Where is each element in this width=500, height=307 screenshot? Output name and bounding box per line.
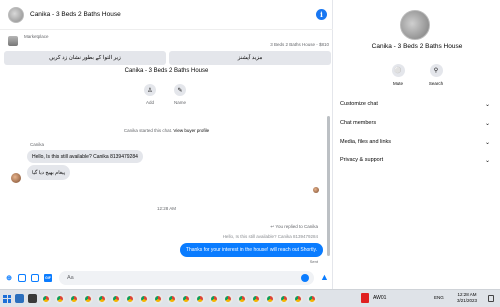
row-label: Chat members [340,120,377,126]
sender-name: Canika [30,142,45,147]
listing-thumbnail[interactable] [8,36,18,46]
media-files-row[interactable]: Media, files and links ⌄ [340,137,490,147]
details-actions: ⚪ Mute ⚲ Search [389,64,445,90]
chrome-icon[interactable] [293,293,303,304]
chrome-icon[interactable] [195,293,205,304]
chrome-icon[interactable] [181,293,191,304]
conversation-title: Canika - 3 Beds 2 Baths House [124,68,209,74]
info-icon[interactable]: i [316,9,327,20]
chevron-down-icon: ⌄ [484,139,490,146]
chrome-icon[interactable] [251,293,261,304]
avatar[interactable] [8,6,24,23]
gif-icon[interactable]: GIF [44,274,52,282]
chrome-icon[interactable] [125,293,135,304]
system-text: Canika started this chat. [123,128,173,133]
chrome-icon[interactable] [307,293,317,304]
read-receipt-avatar [313,187,319,193]
mute-action[interactable]: ⚪ Mute [389,64,407,90]
name-action[interactable]: ✎ Name [170,84,190,110]
app-icon[interactable] [361,293,369,303]
language-indicator[interactable]: ENG [434,295,444,300]
add-label: Add [145,100,154,105]
chevron-down-icon: ⌄ [484,120,490,127]
chrome-icon[interactable] [111,293,121,304]
bell-icon[interactable]: ⚪ [391,64,405,77]
system-message: Canika started this chat. View buyer pro… [0,128,333,133]
chrome-icon[interactable] [153,293,163,304]
chrome-icon[interactable] [279,293,289,304]
clock-date: 3/21/2023 [456,298,478,303]
reply-note-text: You replied to Canika [275,224,318,229]
chrome-icon[interactable] [237,293,247,304]
details-title: Canika - 3 Beds 2 Baths House [371,43,463,50]
add-action[interactable]: ♙ Add [140,84,160,110]
privacy-support-row[interactable]: Privacy & support ⌄ [340,155,490,165]
message-input-placeholder: Aa [67,275,74,281]
conversation-actions: ♙ Add ✎ Name [140,84,190,110]
row-label: Media, files and links [340,139,392,145]
chevron-down-icon: ⌄ [484,157,490,164]
view-buyer-profile-link[interactable]: View buyer profile [173,128,209,133]
quoted-message[interactable]: Hello, Is this still available? Canika 8… [223,234,318,239]
row-label: Customize chat [340,101,378,107]
row-label: Privacy & support [340,157,384,163]
taskbar-app-label[interactable]: AW01 [373,295,386,301]
windows-start-icon[interactable] [3,294,11,303]
incoming-message[interactable]: پیغام بھیج دیا گیا [27,165,71,180]
marketplace-banner: Marketplace 3 Beds 2 Baths House - $810 [6,33,331,51]
chat-title[interactable]: Canika - 3 Beds 2 Baths House [30,11,121,18]
customize-chat-row[interactable]: Customize chat ⌄ [340,99,490,109]
chrome-icon[interactable] [265,293,275,304]
chrome-icon[interactable] [41,293,51,304]
person-add-icon[interactable]: ♙ [144,84,156,96]
composer: ⊕ GIF Aa ▲ [0,268,333,288]
chrome-icon[interactable] [167,293,177,304]
emoji-icon[interactable] [301,274,309,282]
scrollbar[interactable] [327,116,330,256]
chat-panel: Canika - 3 Beds 2 Baths House i Marketpl… [0,0,333,289]
marketplace-actions: زیر التوا کے بطور نشان زد کریں مزید آپشن… [4,51,331,65]
chrome-icon[interactable] [69,293,79,304]
listing-line[interactable]: 3 Beds 2 Baths House - $810 [270,42,329,47]
mute-label: Mute [392,81,403,86]
avatar[interactable] [400,10,430,40]
chrome-icon[interactable] [97,293,107,304]
plus-circle-icon[interactable]: ⊕ [5,274,13,282]
conversation-details-panel: Canika - 3 Beds 2 Baths House ⚪ Mute ⚲ S… [334,0,500,289]
chrome-icon[interactable] [83,293,93,304]
sticker-icon[interactable] [31,274,39,282]
task-view-icon[interactable] [15,294,24,303]
chat-members-row[interactable]: Chat members ⌄ [340,118,490,128]
search-action[interactable]: ⚲ Search [427,64,445,90]
sent-status: Sent [309,259,318,264]
name-label: Name [173,100,186,105]
sender-avatar[interactable] [11,173,21,183]
chrome-icon[interactable] [55,293,65,304]
message-timestamp: 12:28 AM [156,206,176,211]
chevron-down-icon: ⌄ [484,101,490,108]
pencil-icon[interactable]: ✎ [174,84,186,96]
message-input[interactable]: Aa [59,271,314,285]
terminal-icon[interactable] [28,294,37,303]
search-icon[interactable]: ⚲ [429,64,443,77]
outgoing-message[interactable]: Thanks for your interest in the house! w… [179,243,323,257]
chrome-icon[interactable] [223,293,233,304]
notification-icon[interactable] [488,295,494,302]
marketplace-label: Marketplace [24,34,49,39]
more-options-button[interactable]: مزید آپشنز [169,51,331,65]
mark-pending-button[interactable]: زیر التوا کے بطور نشان زد کریں [4,51,166,65]
taskbar: AW01 ENG 12:28 AM 3/21/2023 [0,289,500,307]
search-label: Search [428,81,444,86]
reply-note: ↩ You replied to Canika [270,224,318,229]
image-icon[interactable] [18,274,26,282]
like-icon[interactable]: ▲ [320,272,329,282]
chrome-icon[interactable] [209,293,219,304]
chat-header: Canika - 3 Beds 2 Baths House i [0,0,333,30]
incoming-message[interactable]: Hello, Is this still available? Canika 8… [27,150,143,163]
chrome-icon[interactable] [139,293,149,304]
system-clock[interactable]: 12:28 AM 3/21/2023 [452,292,482,304]
